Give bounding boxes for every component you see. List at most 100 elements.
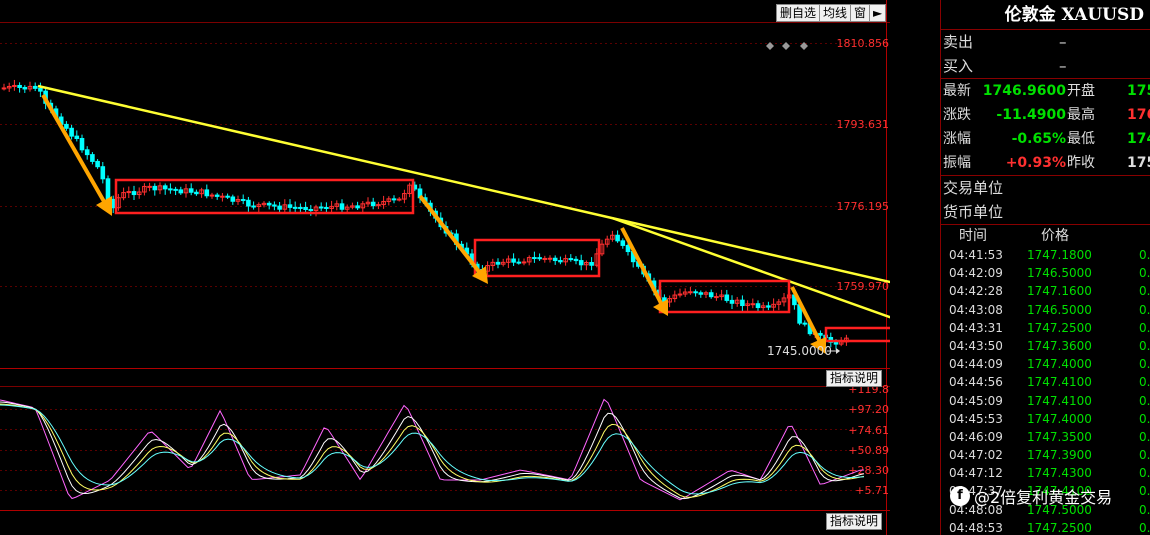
candle-body (303, 206, 308, 210)
candle-body (589, 261, 594, 266)
candle-body (225, 195, 230, 198)
candle-body (178, 189, 184, 194)
tick-time: 04:44:09 (949, 357, 1003, 372)
candle-body (22, 86, 28, 90)
tick-time: 04:47:12 (949, 466, 1003, 481)
tick-row[interactable]: 04:44:56 1747.4100 0. (941, 373, 1150, 391)
candle-body (547, 257, 553, 260)
tick-row[interactable]: 04:43:50 1747.3600 0. (941, 337, 1150, 355)
high-price-value: 1761 (1127, 107, 1150, 123)
candle-body (729, 299, 735, 304)
tick-volume: 0. (1139, 484, 1150, 499)
tick-volume: 0. (1139, 411, 1150, 426)
tick-price-header: 价格 (1041, 228, 1069, 244)
last-price-marker: 1745.0000 (767, 344, 832, 358)
sell-row: 卖出 – (941, 30, 1150, 54)
candle-body (568, 258, 574, 261)
quote-row-amplitude: 振幅 +0.93% 昨收 1758 (941, 151, 1150, 175)
down-arrow-icon (41, 94, 112, 216)
kline-chart-svg[interactable]: 1810.856 1793.631 1776.195 1759.970 +119… (0, 0, 890, 535)
tick-time: 04:42:28 (949, 284, 1003, 299)
candle-body (516, 261, 522, 264)
tick-row[interactable]: 04:45:53 1747.4000 0. (941, 410, 1150, 428)
indicator-axis: +119.8 +97.20 +74.61 +50.89 +28.30 +5.71 (848, 383, 889, 497)
candle-body (287, 204, 293, 208)
tick-price: 1747.2500 (1027, 520, 1092, 535)
indicator-help-button-top[interactable]: 指标说明 (826, 370, 882, 387)
tick-time: 04:44:56 (949, 375, 1003, 390)
tick-row[interactable]: 04:46:09 1747.3500 0. (941, 428, 1150, 446)
pointer-arrow-icon (836, 348, 840, 354)
trendlines (37, 84, 890, 319)
tick-row[interactable]: 04:47:02 1747.3900 0. (941, 446, 1150, 464)
candle-body (750, 303, 756, 306)
candle-body (318, 206, 324, 209)
tick-price: 1747.4000 (1027, 411, 1092, 426)
window-button[interactable]: 窗 (851, 5, 871, 21)
diamond-icon (766, 42, 774, 50)
candle-body (69, 127, 74, 137)
prev-close-value: 1758 (1127, 155, 1150, 171)
tick-row[interactable]: 04:42:28 1747.1600 0. (941, 282, 1150, 300)
tick-price: 1746.5000 (1027, 266, 1092, 281)
candle-body (308, 208, 314, 212)
moving-average-button[interactable]: 均线 (820, 5, 852, 21)
watermark: f @2倍复利黄金交易 (950, 484, 1112, 508)
sell-value: – (1059, 33, 1067, 51)
candle-body (740, 299, 745, 307)
candle-body (38, 87, 43, 92)
tick-row[interactable]: 04:43:08 1746.5000 0. (941, 301, 1150, 319)
tick-row[interactable]: 04:44:09 1747.4000 0. (941, 355, 1150, 373)
tick-volume: 0. (1139, 357, 1150, 372)
candle-body (755, 303, 761, 309)
tick-time: 04:41:53 (949, 248, 1003, 262)
buy-row: 买入 – (941, 54, 1150, 78)
tick-row[interactable]: 04:48:53 1747.2500 0. (941, 519, 1150, 535)
candle-body (168, 188, 173, 191)
candle-body (714, 296, 719, 299)
candle-body (214, 194, 220, 197)
consolidation-box (114, 178, 415, 215)
tick-row[interactable]: 04:41:53 1747.1800 0. (941, 246, 1150, 264)
candle-body (708, 292, 714, 298)
tick-row[interactable]: 04:42:09 1746.5000 0. (941, 264, 1150, 282)
indicator-axis-label: +28.30 (848, 464, 889, 477)
indicator-line (0, 401, 865, 500)
candle-body (84, 149, 90, 156)
tick-volume: 0. (1139, 338, 1150, 353)
candle-body (240, 199, 246, 202)
tick-row[interactable]: 04:45:09 1747.4100 0. (941, 392, 1150, 410)
quote-row-change-pct: 涨幅 -0.65% 最低 1744 (941, 127, 1150, 151)
currency-unit-row: 货币单位 (941, 200, 1150, 224)
trade-unit-row: 交易单位 (941, 176, 1150, 200)
expand-panel-button[interactable]: ► (870, 5, 885, 21)
candle-body (1, 87, 7, 90)
candle-body (251, 205, 256, 208)
trading-app: 1810.856 1793.631 1776.195 1759.970 +119… (0, 0, 1150, 535)
tick-volume: 0. (1139, 248, 1150, 262)
remove-watchlist-button[interactable]: 删自选 (777, 5, 821, 21)
sell-label: 卖出 (943, 33, 974, 51)
candle-body (818, 332, 823, 336)
candle-body (688, 291, 693, 294)
tick-row[interactable]: 04:47:12 1747.4300 0. (941, 464, 1150, 482)
tick-time: 04:45:53 (949, 411, 1003, 426)
quote-label: 涨跌 (943, 107, 971, 123)
candle-body (620, 240, 626, 246)
candle-body (521, 261, 527, 264)
trade-unit-label: 交易单位 (943, 179, 1004, 197)
candle-body (90, 154, 95, 162)
open-price-value: 1757 (1127, 83, 1150, 99)
watermark-text: @2倍复利黄金交易 (974, 488, 1113, 507)
tick-row[interactable]: 04:43:31 1747.2500 0. (941, 319, 1150, 337)
candle-body (552, 257, 558, 262)
tick-price: 1747.3600 (1027, 338, 1092, 353)
kline-chart-area[interactable]: 1810.856 1793.631 1776.195 1759.970 +119… (0, 0, 890, 535)
candle-body (698, 292, 704, 295)
candlestick-series (1, 79, 849, 350)
chart-frame (0, 0, 890, 535)
indicator-help-button-bottom[interactable]: 指标说明 (826, 513, 882, 530)
tick-time: 04:42:09 (949, 266, 1003, 281)
tick-volume: 0. (1139, 448, 1150, 463)
quote-row-change: 涨跌 -11.4900 最高 1761 (941, 103, 1150, 127)
